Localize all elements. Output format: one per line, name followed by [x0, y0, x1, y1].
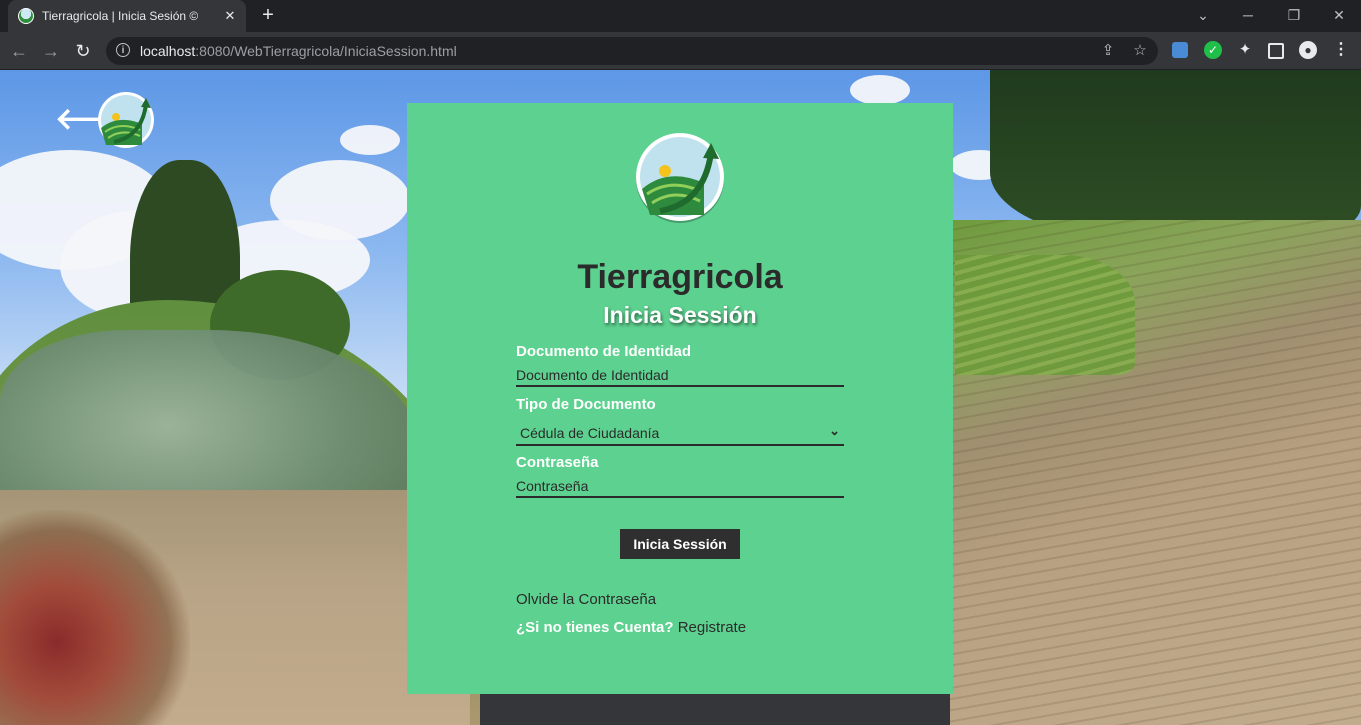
reload-icon[interactable]: ↻ [72, 40, 94, 62]
back-arrow-icon[interactable]: 🡐 [55, 104, 135, 136]
background-plant [0, 510, 190, 725]
cloud [850, 75, 910, 105]
document-input[interactable] [516, 365, 844, 387]
share-icon[interactable]: ⇪ [1098, 41, 1118, 61]
register-prompt: ¿Si no tienes Cuenta? Registrate [516, 619, 746, 636]
chevron-down-icon: ⌄ [829, 423, 840, 438]
no-account-text: ¿Si no tienes Cuenta? [516, 619, 674, 636]
close-window-icon[interactable]: ✕ [1330, 6, 1348, 24]
address-url[interactable]: localhost:8080/WebTierragricola/IniciaSe… [140, 43, 457, 59]
login-card: Tierragricola Inicia Sessión Documento d… [407, 103, 953, 694]
register-link[interactable]: Registrate [678, 619, 746, 636]
password-label: Contraseña [516, 454, 599, 471]
back-icon[interactable]: ← [8, 40, 30, 62]
bookmark-star-icon[interactable]: ☆ [1130, 41, 1150, 61]
doc-type-label: Tipo de Documento [516, 396, 656, 413]
extension-cube-icon[interactable] [1172, 42, 1188, 58]
restore-window-icon[interactable]: ❐ [1285, 6, 1303, 24]
address-bar[interactable]: i localhost:8080/WebTierragricola/Inicia… [106, 37, 1158, 65]
doc-type-selected-value: Cédula de Ciudadanía [520, 425, 660, 441]
site-info-icon[interactable]: i [116, 43, 130, 57]
background-forest [990, 70, 1361, 240]
browser-tab[interactable]: Tierragricola | Inicia Sesión © ✕ [8, 0, 246, 32]
tab-search-icon[interactable]: ⌄ [1194, 6, 1212, 24]
tab-title: Tierragricola | Inicia Sesión © [42, 9, 199, 23]
password-input[interactable] [516, 476, 844, 498]
cloud [340, 125, 400, 155]
side-panel-icon[interactable] [1268, 43, 1284, 59]
brand-title: Tierragricola [577, 258, 783, 296]
tierragricola-logo-icon[interactable] [96, 90, 156, 150]
forward-icon[interactable]: → [40, 40, 62, 62]
minimize-window-icon[interactable]: ─ [1239, 6, 1257, 24]
url-host: localhost [140, 43, 196, 59]
login-button[interactable]: Inicia Sessión [620, 529, 740, 559]
profile-avatar-icon[interactable]: ● [1299, 41, 1317, 59]
forgot-password-link[interactable]: Olvide la Contraseña [516, 591, 656, 608]
background-green-rows [955, 255, 1135, 375]
page-viewport: 🡐 Tierragricola Inicia Sessión Documento… [0, 70, 1361, 725]
browser-tabstrip: Tierragricola | Inicia Sesión © ✕ + ⌄ ─ … [0, 0, 1361, 32]
browser-toolbar: ← → ↻ i localhost:8080/WebTierragricola/… [0, 32, 1361, 70]
doc-type-select[interactable]: Cédula de Ciudadanía ⌄ [516, 421, 844, 446]
site-favicon-icon [18, 8, 34, 24]
url-path: :8080/WebTierragricola/IniciaSession.htm… [195, 43, 457, 59]
tierragricola-logo-icon [636, 133, 724, 223]
document-label: Documento de Identidad [516, 343, 692, 360]
close-tab-icon[interactable]: ✕ [222, 8, 238, 24]
browser-menu-icon[interactable]: ⋮ [1332, 41, 1350, 59]
page-title: Inicia Sessión [603, 302, 757, 328]
new-tab-button[interactable]: + [258, 5, 278, 25]
extension-check-icon[interactable]: ✓ [1204, 41, 1222, 59]
extensions-puzzle-icon[interactable]: ✦ [1236, 41, 1254, 59]
